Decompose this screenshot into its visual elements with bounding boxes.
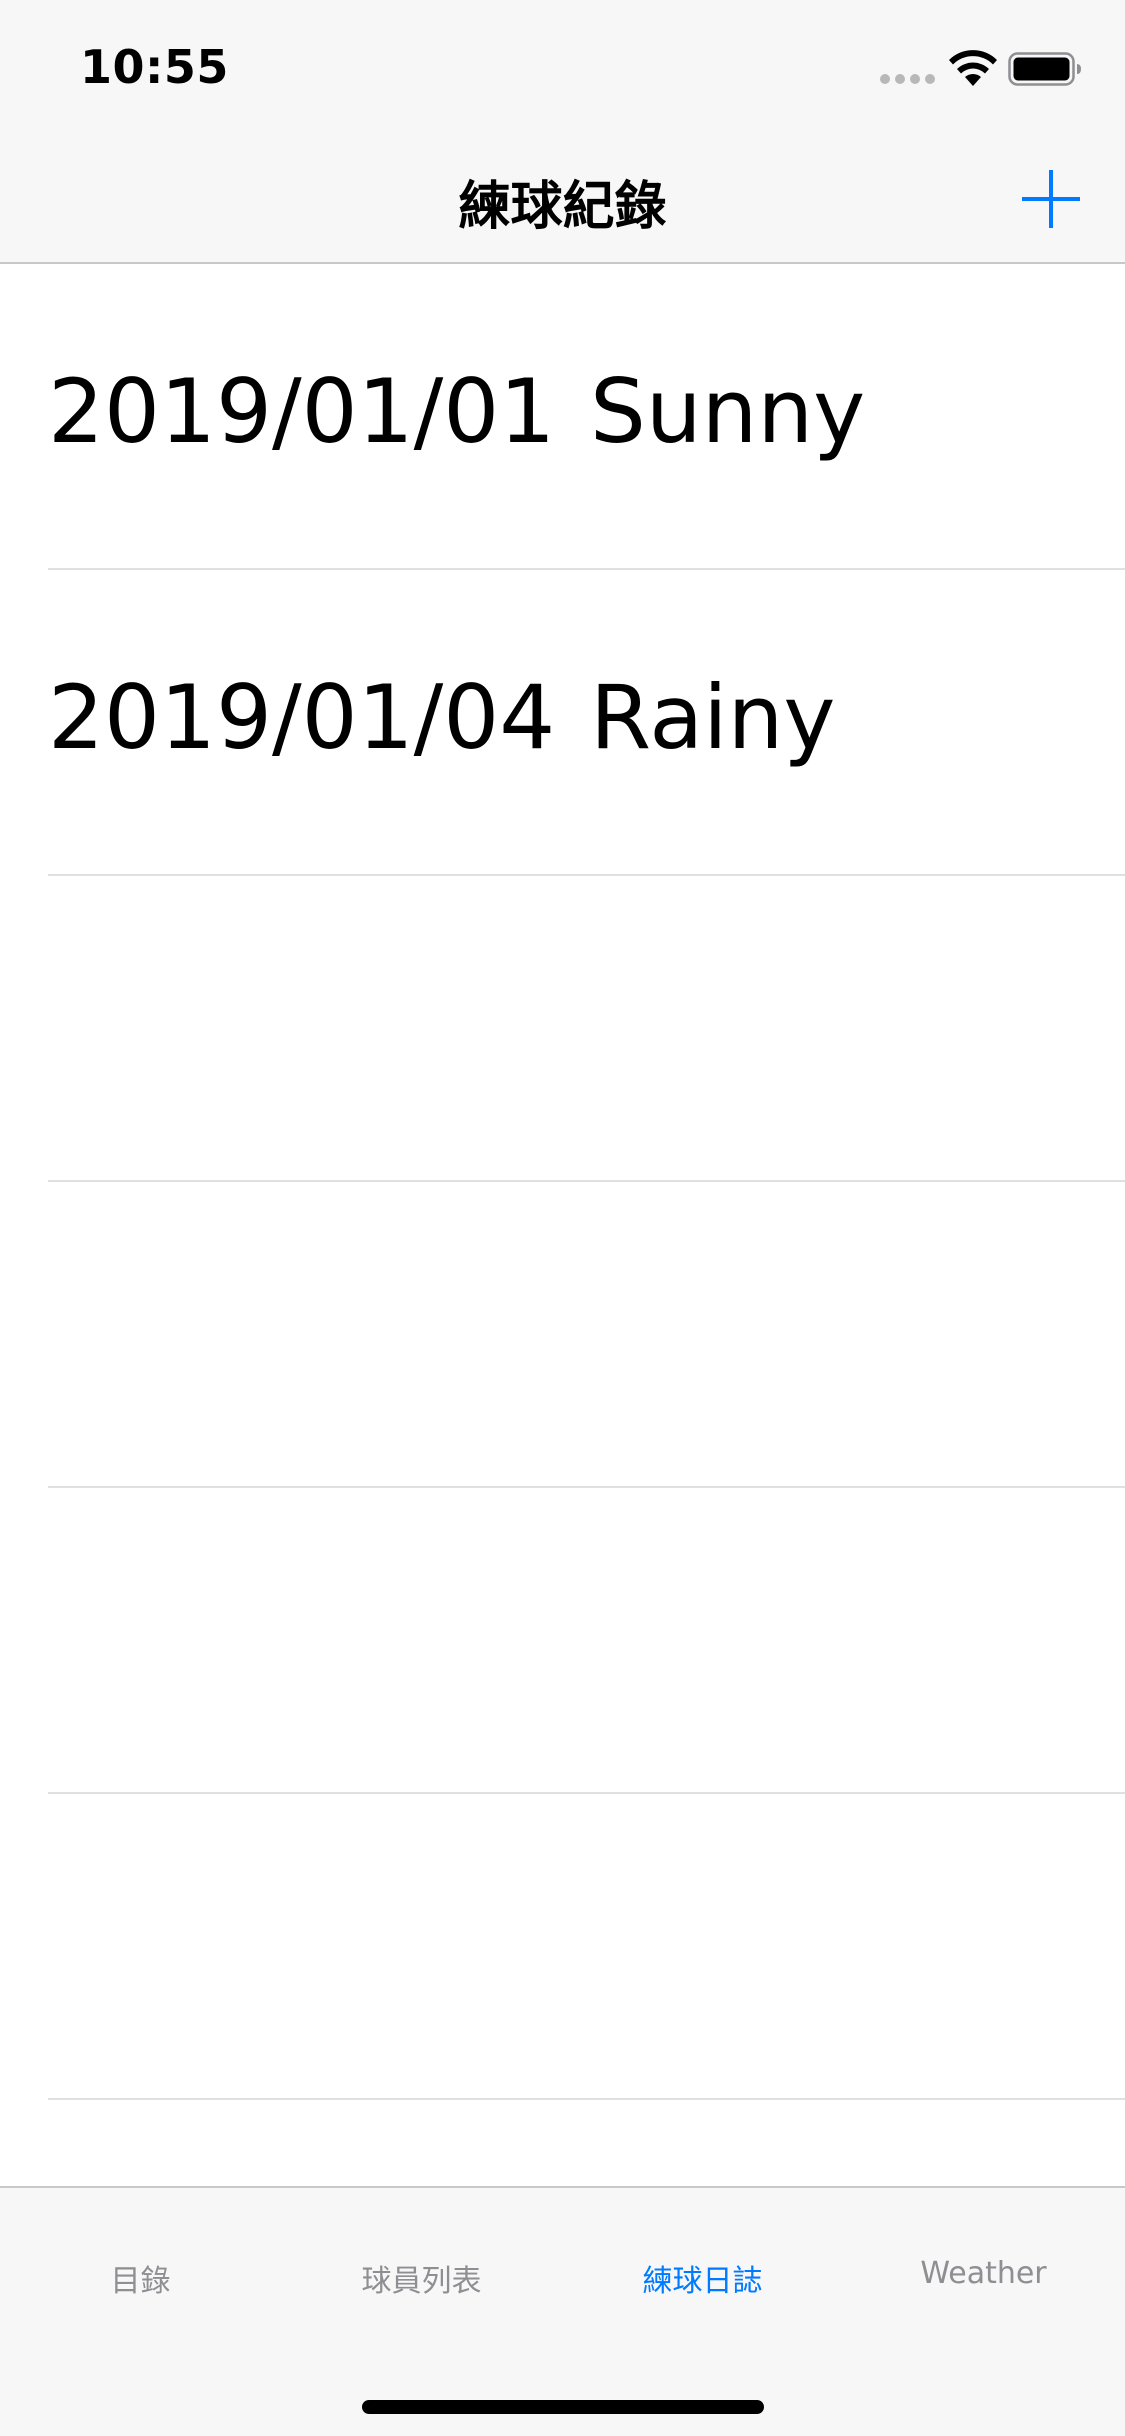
tab-label: Weather bbox=[920, 2256, 1047, 2291]
empty-table-row bbox=[0, 2100, 1125, 2186]
page-title: 練球紀錄 bbox=[458, 177, 667, 237]
tab-catalog[interactable]: 目錄 bbox=[0, 2188, 281, 2334]
table-row[interactable]: 2019/01/04 Rainy bbox=[0, 570, 1125, 876]
home-indicator[interactable] bbox=[362, 2400, 764, 2414]
navigation-bar: 練球紀錄 bbox=[0, 132, 1125, 264]
tab-label: 目錄 bbox=[110, 2264, 171, 2299]
practice-log-table: 2019/01/01 Sunny 2019/01/04 Rainy bbox=[0, 264, 1125, 2186]
row-date: 2019/01/01 bbox=[48, 360, 556, 463]
battery-icon bbox=[1008, 52, 1081, 86]
status-time: 10:55 bbox=[80, 40, 229, 94]
empty-table-row bbox=[0, 1794, 1125, 2100]
row-date: 2019/01/04 bbox=[48, 666, 556, 769]
empty-table-row bbox=[0, 1182, 1125, 1488]
table-row[interactable]: 2019/01/01 Sunny bbox=[0, 264, 1125, 570]
tab-weather[interactable]: Weather bbox=[843, 2188, 1124, 2334]
tab-player-list[interactable]: 球員列表 bbox=[281, 2188, 562, 2334]
empty-table-row bbox=[0, 1488, 1125, 1794]
tab-label: 練球日誌 bbox=[642, 2264, 763, 2299]
add-button[interactable] bbox=[1018, 166, 1084, 232]
wifi-icon bbox=[949, 50, 997, 86]
empty-table-row bbox=[0, 876, 1125, 1182]
tab-label: 球員列表 bbox=[361, 2264, 482, 2299]
plus-icon bbox=[1022, 170, 1080, 228]
tab-bar: 目錄 球員列表 練球日誌 Weather bbox=[0, 2186, 1125, 2436]
row-weather: Sunny bbox=[590, 360, 866, 463]
tab-practice-log[interactable]: 練球日誌 bbox=[562, 2188, 843, 2334]
row-weather: Rainy bbox=[590, 666, 836, 769]
cellular-signal-icon bbox=[880, 74, 936, 84]
status-bar: 10:55 bbox=[0, 0, 1125, 132]
